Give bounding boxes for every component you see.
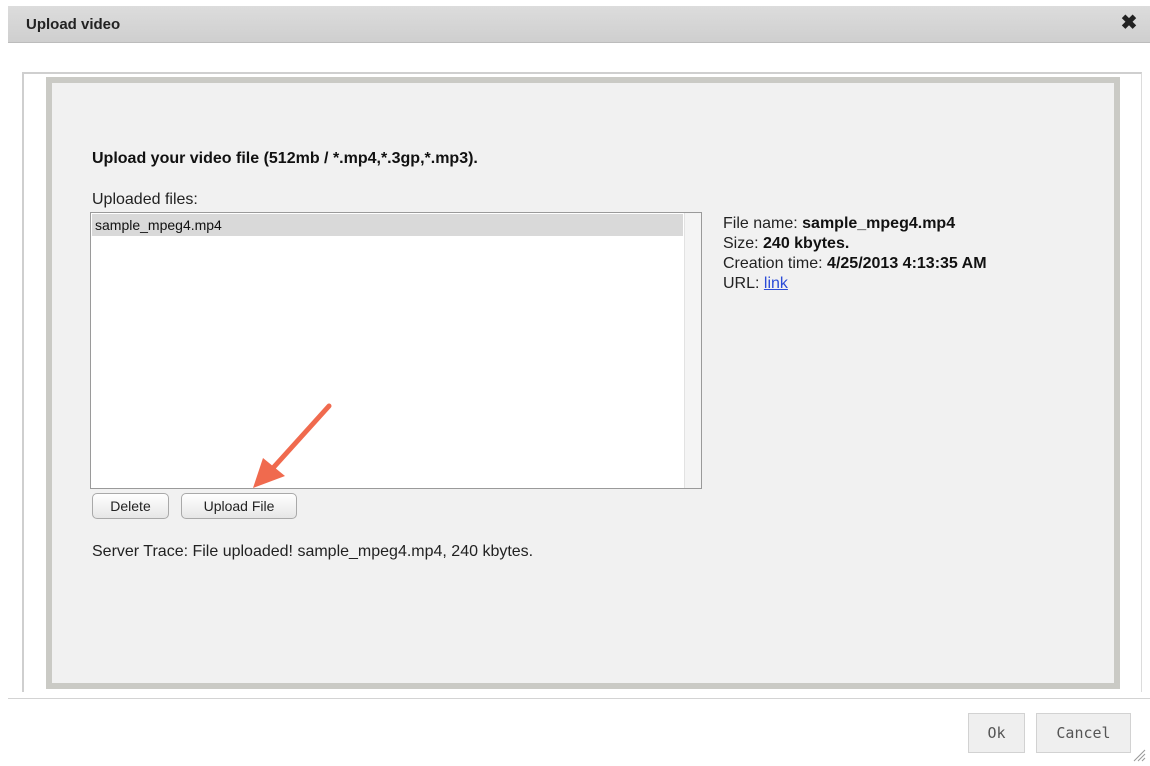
footer-divider [8,698,1150,699]
upload-file-button[interactable]: Upload File [181,493,297,519]
file-info: File name: sample_mpeg4.mp4 Size: 240 kb… [723,214,987,294]
url-label: URL: [723,275,764,292]
upload-panel: Upload your video file (512mb / *.mp4,*.… [46,77,1120,689]
list-scrollbar[interactable] [684,213,701,488]
upload-heading: Upload your video file (512mb / *.mp4,*.… [92,150,478,167]
uploaded-files-list[interactable]: sample_mpeg4.mp4 [90,212,702,489]
annotation-arrow-icon [253,403,332,488]
dialog-title: Upload video [26,16,121,33]
url-line: URL: link [723,274,987,294]
file-name-line: File name: sample_mpeg4.mp4 [723,214,987,234]
list-item[interactable]: sample_mpeg4.mp4 [92,214,683,236]
creation-time-label: Creation time: [723,255,828,272]
file-name-value: sample_mpeg4.mp4 [802,215,956,232]
file-size-line: Size: 240 kbytes. [723,234,987,254]
cancel-button[interactable]: Cancel [1036,713,1131,753]
url-link[interactable]: link [764,275,788,292]
delete-button[interactable]: Delete [92,493,169,519]
dialog-titlebar: Upload video ✖ [8,6,1150,43]
close-icon[interactable]: ✖ [1118,12,1140,34]
uploaded-files-label: Uploaded files: [92,191,198,208]
creation-time-line: Creation time: 4/25/2013 4:13:35 AM [723,254,987,274]
creation-time-value: 4/25/2013 4:13:35 AM [827,255,987,272]
ok-button[interactable]: Ok [968,713,1025,753]
resize-grip-icon[interactable] [1132,748,1146,762]
server-trace: Server Trace: File uploaded! sample_mpeg… [92,543,534,560]
file-size-label: Size: [723,235,764,252]
file-size-value: 240 kbytes. [763,235,850,252]
file-name-label: File name: [723,215,803,232]
